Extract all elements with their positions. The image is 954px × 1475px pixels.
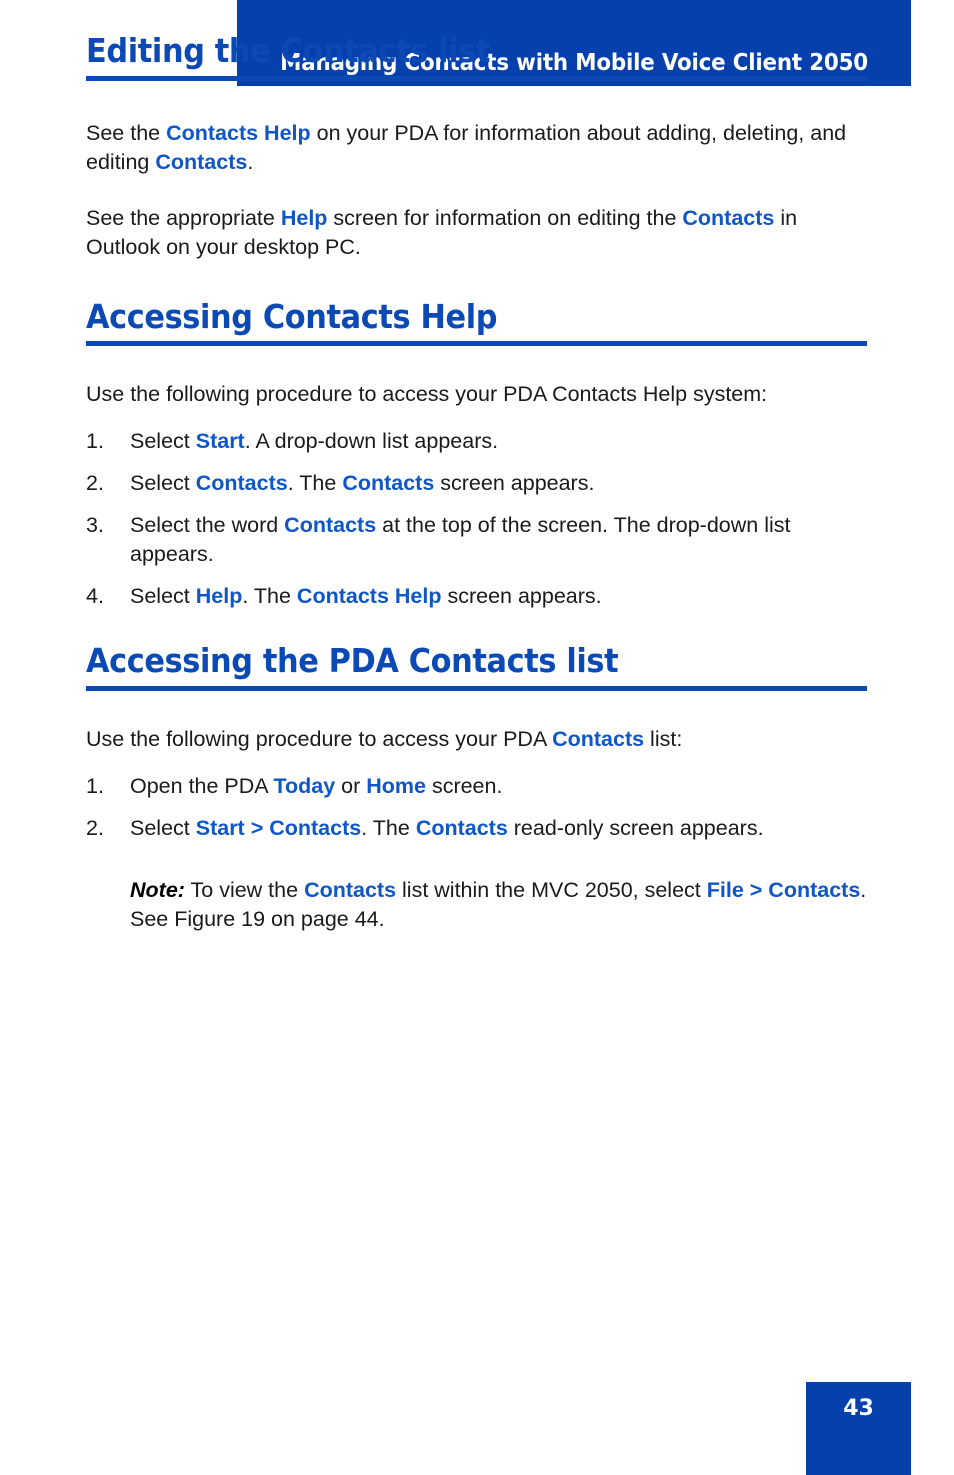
text-run: Use the following procedure to access yo… [86, 382, 768, 407]
text-run: Select the word [130, 513, 285, 538]
list-item: 3. Select the word Contacts at the top of… [86, 511, 867, 569]
text-run: Select [130, 815, 196, 840]
text-run: See the [86, 120, 167, 145]
text-run: . The [242, 584, 297, 609]
paragraph: See the Contacts Help on your PDA for in… [86, 119, 867, 177]
ui-term: Help [195, 584, 243, 609]
ui-term: Contacts Help [296, 584, 442, 609]
ui-term: Contacts [284, 513, 377, 538]
ui-term: Contacts [195, 471, 288, 496]
section-heading-accessing-the-pda-contacts-list: Accessing the PDA Contacts list [86, 644, 867, 691]
ui-term: File > Contacts [706, 877, 861, 902]
list-item-number: 3. [86, 513, 104, 538]
ui-term: Home [366, 773, 426, 798]
procedure-list: 1. Select Start. A drop-down list appears… [86, 427, 867, 611]
section-heading-accessing-contacts-help: Accessing Contacts Help [86, 296, 867, 347]
ui-term: Contacts [155, 149, 248, 174]
text-run: Select [130, 584, 196, 609]
paragraph: Use the following procedure to access yo… [86, 380, 867, 409]
ui-term: Start [195, 429, 245, 454]
text-run: list within the MVC 2050, select [396, 877, 707, 902]
ui-term: Today [273, 773, 336, 798]
list-item: 1. Open the PDA Today or Home screen. [86, 772, 867, 801]
text-run: See the appropriate [86, 205, 281, 230]
ui-term: Contacts [304, 877, 397, 902]
text-run: screen appears. [441, 584, 602, 609]
text-run: To view the [184, 877, 305, 902]
list-item-number: 2. [86, 471, 104, 496]
text-run: or [335, 773, 367, 798]
list-item: 2. Select Start > Contacts. The Contacts … [86, 814, 867, 843]
ui-term: Contacts Help [166, 120, 311, 145]
text-run: Select [130, 429, 196, 454]
list-item-number: 1. [86, 429, 104, 454]
list-item: 2. Select Contacts. The Contacts screen a… [86, 469, 867, 498]
ui-term: Start > Contacts [195, 815, 362, 840]
paragraph: See the appropriate Help screen for info… [86, 204, 867, 262]
list-item: 1. Select Start. A drop-down list appears… [86, 427, 867, 456]
ui-term: Contacts [682, 205, 775, 230]
text-run: Open the PDA [130, 773, 274, 798]
text-run: Use the following procedure to access yo… [86, 726, 553, 751]
list-item-number: 4. [86, 584, 104, 609]
paragraph: Use the following procedure to access yo… [86, 725, 867, 754]
list-item-number: 1. [86, 773, 104, 798]
text-run: . The [287, 471, 343, 496]
text-run: read-only screen appears. [507, 815, 764, 840]
note-label: Note: [130, 877, 185, 902]
text-run: screen. [425, 773, 503, 798]
section-heading-text: Accessing the PDA Contacts list [86, 641, 619, 681]
text-run: . A drop-down list appears. [244, 429, 499, 454]
ui-term: Help [280, 205, 328, 230]
section-heading-text: Editing the Contacts list [86, 31, 491, 70]
text-run: . [247, 149, 254, 174]
ui-term: Contacts [342, 471, 435, 496]
section-heading-editing-the-contacts-list: Editing the Contacts list [86, 31, 867, 81]
list-item-number: 2. [86, 815, 104, 840]
text-run: Select [130, 471, 196, 496]
page-number: 43 [843, 1396, 874, 1421]
text-run: screen for information on editing the [327, 205, 683, 230]
page-content: Editing the Contacts list See the Contac… [86, 0, 867, 934]
ui-term: Contacts [552, 726, 645, 751]
list-item: 4. Select Help. The Contacts Help screen … [86, 582, 867, 611]
section-heading-text: Accessing Contacts Help [86, 296, 498, 336]
text-run: screen appears. [434, 471, 595, 496]
text-run: list: [644, 726, 683, 751]
text-run: . The [361, 815, 416, 840]
page-number-tab: 43 [806, 1382, 911, 1475]
procedure-list: 1. Open the PDA Today or Home screen. 2. Se… [86, 772, 867, 843]
note-block: Note: To view the Contacts list within t… [130, 876, 867, 934]
ui-term: Contacts [415, 815, 508, 840]
